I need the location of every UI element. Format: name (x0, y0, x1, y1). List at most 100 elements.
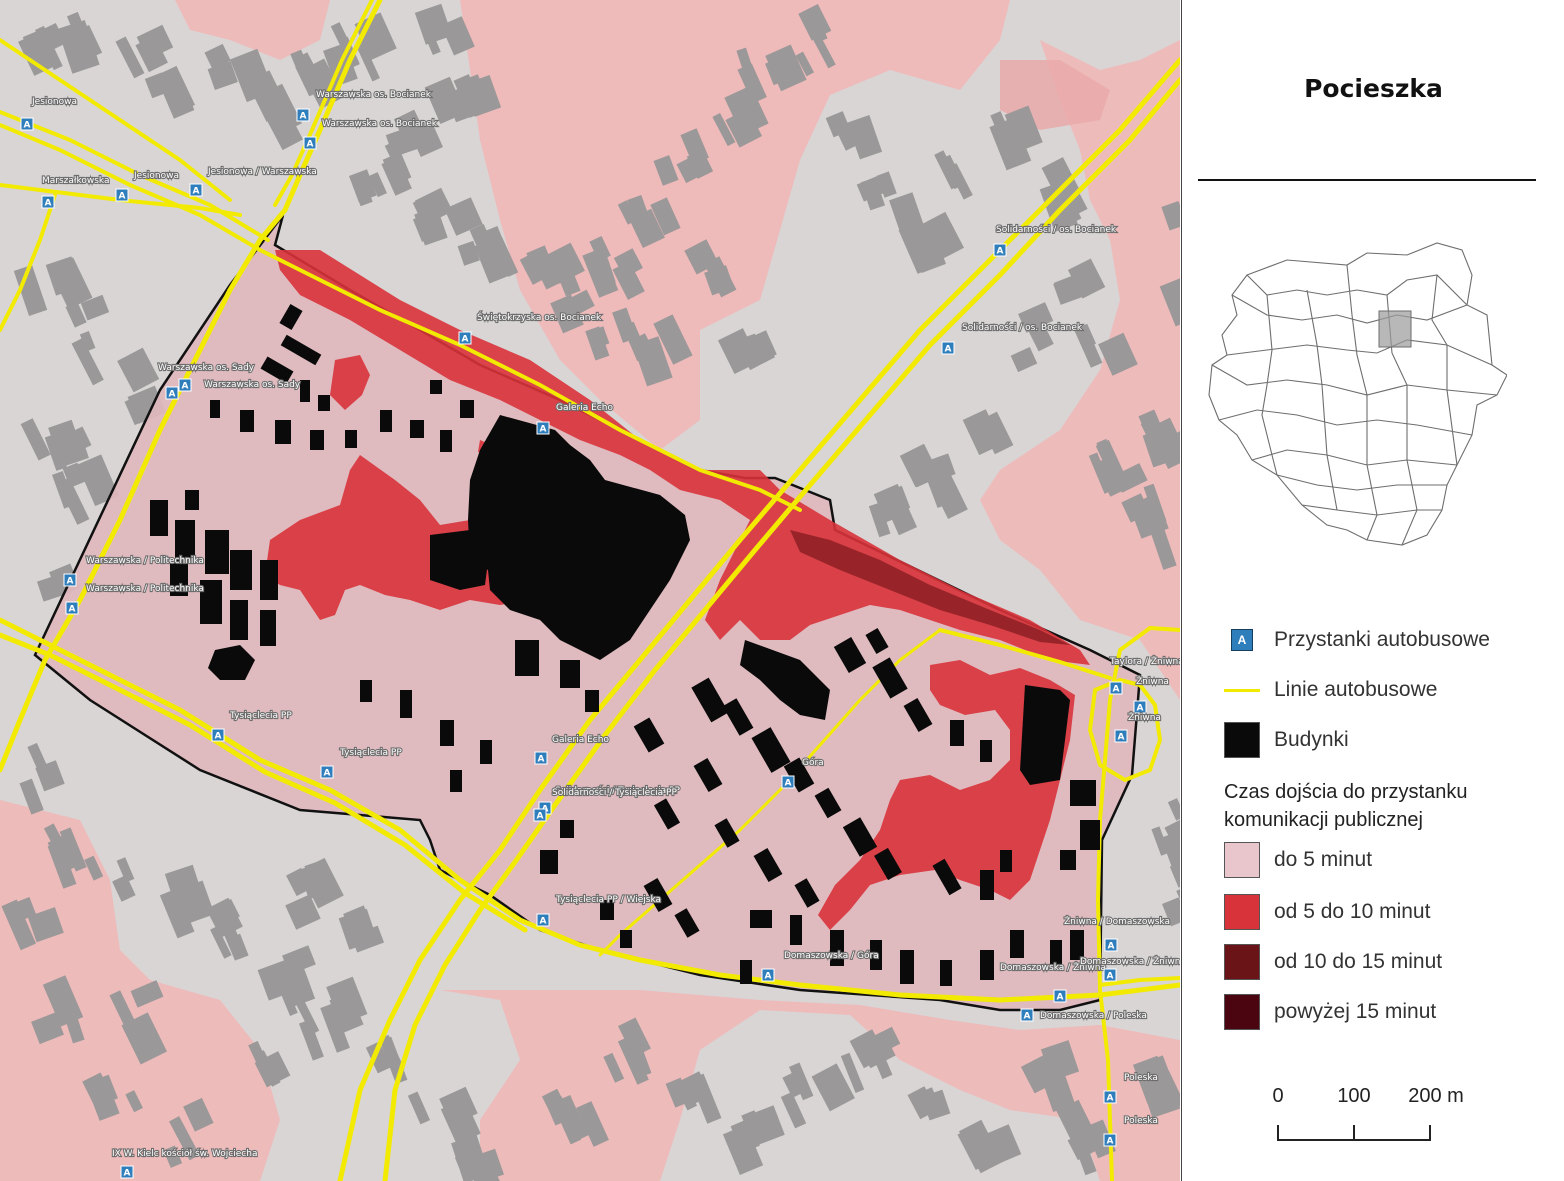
bus-stop-glyph: A (24, 121, 31, 131)
bus-stop-glyph: A (1107, 1137, 1114, 1147)
walk-class-label-2: od 10 do 15 minut (1274, 950, 1443, 973)
legend-row-class-3: powyżej 15 minut (1224, 992, 1436, 1032)
bus-stop-glyph: A (945, 345, 952, 355)
bus-stop-glyph: A (765, 972, 772, 982)
building (260, 560, 278, 600)
scale-bar: 0 100 200 m (1272, 1085, 1464, 1145)
bus-stop-glyph: A (215, 732, 222, 742)
walk-class-swatch-1 (1224, 894, 1260, 930)
building (150, 500, 168, 536)
walk-class-swatch-3 (1224, 994, 1260, 1030)
bus-stop-label: Warszawska / Politechnika (86, 556, 204, 566)
bus-stop-glyph: A (307, 140, 314, 150)
building (1070, 780, 1096, 806)
bus-stop-glyph: A (69, 605, 76, 615)
building (560, 660, 580, 688)
bus-stop-glyph: A (169, 390, 176, 400)
bus-stop-glyph: A (1108, 942, 1115, 952)
building (230, 600, 248, 640)
bus-stop-glyph: A (45, 199, 52, 209)
building (240, 410, 254, 432)
scale-tick-200 (1429, 1125, 1431, 1141)
bus-stop-label: Domaszowska / Poleska (1040, 1011, 1147, 1021)
building (345, 430, 357, 448)
bus-stop-label: Galeria Echo (552, 735, 609, 745)
bus-stop-label: Warszawska os. Bocianek (322, 119, 438, 129)
building (440, 720, 454, 746)
building (480, 740, 492, 764)
walk-class-swatch-2 (1224, 944, 1260, 980)
bus-stop-label: Solidarności / os. Bocianek (962, 322, 1083, 333)
legend-stops-label: Przystanki autobusowe (1274, 628, 1490, 651)
legend-row-lines: Linie autobusowe (1224, 670, 1437, 710)
building (440, 430, 452, 452)
building (1080, 820, 1100, 850)
building (950, 720, 964, 746)
scale-label-100: 100 (1337, 1085, 1371, 1107)
legend-row-stops: A Przystanki autobusowe (1224, 620, 1490, 660)
locator-map (1208, 242, 1507, 546)
bus-stop-glyph: A (540, 917, 547, 927)
building (175, 520, 195, 560)
building (1060, 850, 1076, 870)
locator-district-lines (1211, 264, 1498, 546)
building (185, 490, 199, 510)
building (260, 610, 276, 646)
building (460, 400, 474, 418)
legend-row-class-1: od 5 do 10 minut (1224, 892, 1430, 932)
locator-city-outline (1208, 242, 1507, 546)
bus-stop-glyph: A (324, 769, 331, 779)
walk-class-label-0: do 5 minut (1274, 848, 1373, 871)
map-title: Pocieszka (1304, 74, 1443, 103)
locator-highlight-pocieszka (1378, 310, 1412, 348)
legend-buildings-label: Budynki (1274, 728, 1349, 751)
bus-stop-glyph: A (462, 335, 469, 345)
scale-tick-100 (1353, 1125, 1355, 1141)
building (360, 680, 372, 702)
building (1070, 930, 1084, 960)
bus-stop-label: Taylora / Żniwna (1109, 656, 1180, 667)
bus-stop-glyph: A (1107, 972, 1114, 982)
building (210, 400, 220, 418)
bus-stop-label: Żniwna (1136, 676, 1169, 687)
bus-stop-glyph: A (1057, 993, 1064, 1003)
bus-stop-label: Warszawska os. Sady (158, 363, 255, 373)
walk-class-swatch-0 (1224, 842, 1260, 878)
bus-stop-label: Poleska (1124, 1116, 1158, 1126)
bus-stop-label: Warszawska os. Sady (204, 380, 301, 390)
bus-stop-label: Marszałkowska (42, 176, 109, 186)
bus-stop-glyph: A (124, 1169, 131, 1179)
bus-stop-label: Solidarności / os. Bocianek (996, 224, 1117, 235)
building (900, 950, 914, 984)
title-rule (1198, 179, 1536, 181)
building (318, 395, 330, 411)
walk-class-label-3: powyżej 15 minut (1274, 1000, 1437, 1023)
bus-stop-label: Tysiąclecia PP (229, 711, 292, 721)
building (380, 410, 392, 432)
building (300, 380, 310, 402)
bus-stop-glyph: A (1137, 704, 1144, 714)
bus-stop[interactable]: A Domaszowska / Poleska (1020, 1008, 1148, 1022)
bus-stop-glyph: A (538, 755, 545, 765)
scale-tick-0 (1277, 1125, 1279, 1141)
bus-stop-glyph: A (119, 192, 126, 202)
bus-stop-glyph: A (540, 425, 547, 435)
building (560, 820, 574, 838)
building (980, 950, 994, 980)
building (410, 420, 424, 438)
bus-stop-label: Tysiąclecia PP / Wiejska (555, 895, 661, 905)
map-canvas: A Jesionowa A Warszawska os. Bocianek A Warsz… (0, 0, 1180, 1181)
bus-stop-label: Świętokrzyska os. Bocianek (477, 311, 602, 323)
bus-stop-glyph: A (1113, 685, 1120, 695)
bus-stop-label: Tysiąclecia PP (339, 748, 402, 758)
legend-lines-label: Linie autobusowe (1274, 678, 1438, 701)
bus-stop-glyph: A (182, 382, 189, 392)
bus-stop-label: Poleska (1124, 1073, 1158, 1083)
building (585, 690, 599, 712)
bus-stop-label: Jesionowa (31, 97, 77, 107)
building (740, 960, 752, 984)
legend-row-class-0: do 5 minut (1224, 840, 1372, 880)
building (980, 740, 992, 762)
scale-label-0: 0 (1272, 1085, 1284, 1107)
building-swatch (1224, 722, 1260, 758)
